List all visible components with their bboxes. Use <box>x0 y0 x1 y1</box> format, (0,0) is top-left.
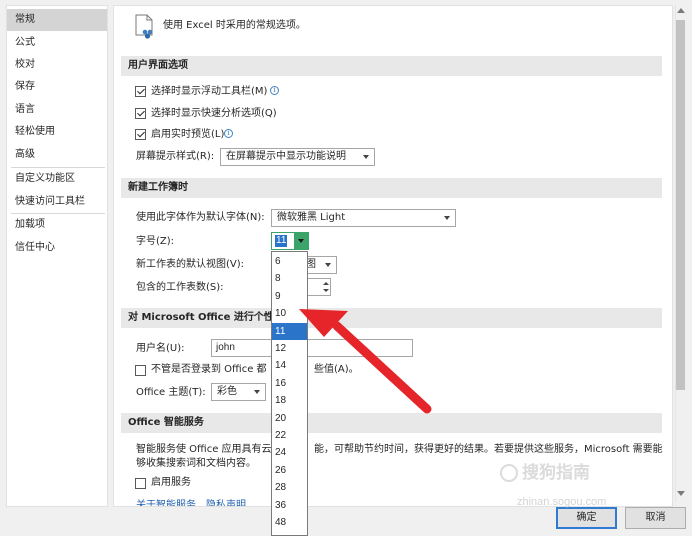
red-arrow-annotation <box>299 309 432 414</box>
arrow-icon <box>299 309 432 414</box>
